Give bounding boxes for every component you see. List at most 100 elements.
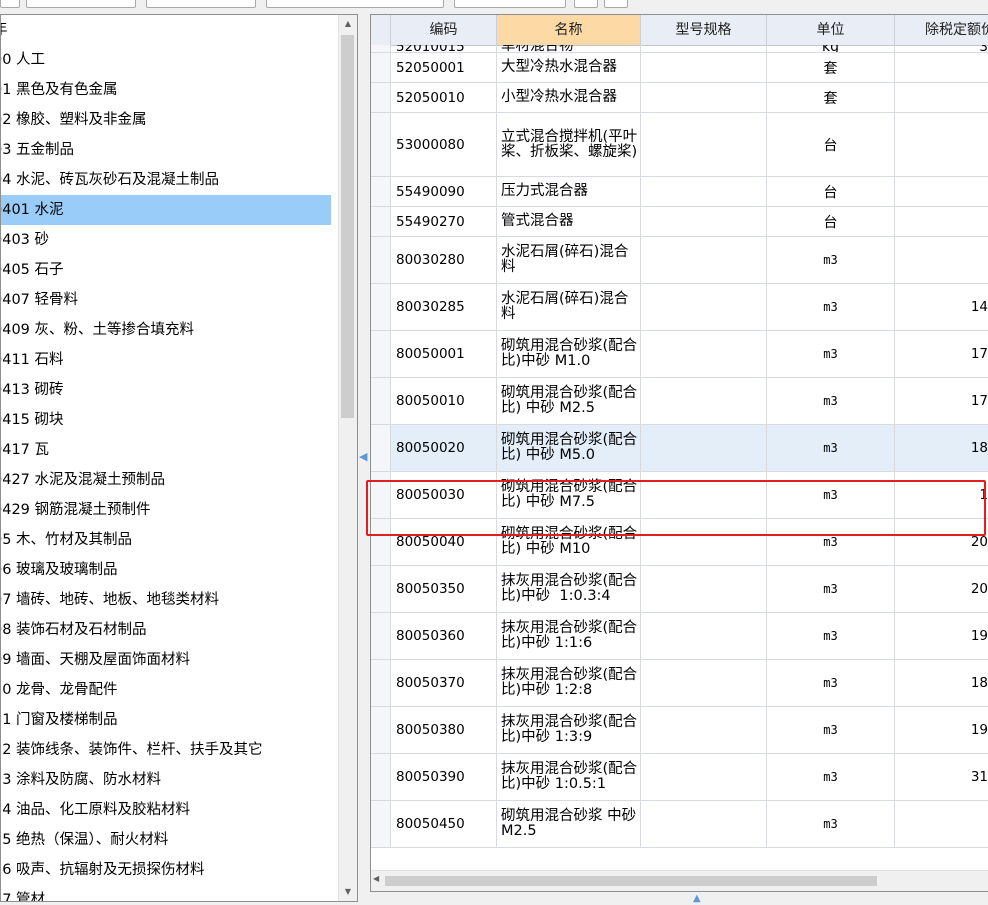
row-indicator[interactable] xyxy=(371,801,391,847)
expand-bottom-icon[interactable]: ▲ xyxy=(693,893,701,904)
tree-item[interactable]: 0427 水泥及混凝土预制品 xyxy=(1,465,331,495)
cell-name[interactable]: 抹灰用混合砂浆(配合比)中砂 1:0.3:4 xyxy=(497,566,641,612)
cell-name[interactable]: 砌筑用混合砂浆(配合比) 中砂 M2.5 xyxy=(497,378,641,424)
table-row[interactable]: 80050020 砌筑用混合砂浆(配合比) 中砂 M5.0 m3 18 xyxy=(371,425,988,472)
toolbar-button[interactable] xyxy=(0,0,20,8)
cell-code[interactable]: 80050010 xyxy=(391,378,497,424)
cell-price[interactable] xyxy=(895,801,988,847)
cell-price[interactable]: 19 xyxy=(895,707,988,753)
cell-spec[interactable] xyxy=(641,472,767,518)
table-row[interactable]: 52010015单材混合物 kg3 xyxy=(371,45,988,53)
cell-spec[interactable] xyxy=(641,45,767,52)
row-indicator[interactable] xyxy=(371,331,391,377)
tree-item[interactable]: 09 墙面、天棚及屋面饰面材料 xyxy=(1,645,331,675)
row-indicator[interactable] xyxy=(371,472,391,518)
cell-price[interactable]: 31 xyxy=(895,754,988,800)
tree-item[interactable]: 16 吸声、抗辐射及无损探伤材料 xyxy=(1,855,331,885)
tree-item[interactable]: 08 装饰石材及石材制品 xyxy=(1,615,331,645)
cell-name[interactable]: 抹灰用混合砂浆(配合比)中砂 1:2:8 xyxy=(497,660,641,706)
cell-unit[interactable]: m3 xyxy=(767,707,895,753)
cell-spec[interactable] xyxy=(641,519,767,565)
scroll-up-icon[interactable]: ▲ xyxy=(339,15,357,33)
collapse-left-icon[interactable]: ◀ xyxy=(359,450,369,464)
cell-code[interactable]: 80050360 xyxy=(391,613,497,659)
toolbar-button[interactable] xyxy=(26,0,136,8)
cell-code[interactable]: 52050001 xyxy=(391,53,497,82)
tree-item[interactable]: 0403 砂 xyxy=(1,225,331,255)
toolbar-input[interactable] xyxy=(454,0,566,8)
cell-spec[interactable] xyxy=(641,331,767,377)
row-indicator[interactable] xyxy=(371,660,391,706)
cell-name[interactable]: 大型冷热水混合器 xyxy=(497,53,641,82)
cell-unit[interactable]: m3 xyxy=(767,660,895,706)
tree-item[interactable]: 17 管材 xyxy=(1,885,331,901)
tree-item[interactable]: 0413 砌砖 xyxy=(1,375,331,405)
header-spec[interactable]: 型号规格 xyxy=(641,15,767,45)
row-indicator[interactable] xyxy=(371,566,391,612)
cell-price[interactable]: 20 xyxy=(895,566,988,612)
table-row[interactable]: 80030285 水泥石屑(碎石)混合料 m3 14 xyxy=(371,284,988,331)
toolbar-button[interactable] xyxy=(266,0,444,8)
tree-item[interactable]: 0407 轻骨料 xyxy=(1,285,331,315)
cell-code[interactable]: 80050350 xyxy=(391,566,497,612)
cell-spec[interactable] xyxy=(641,754,767,800)
row-indicator[interactable] xyxy=(371,45,391,52)
cell-unit[interactable]: 套 xyxy=(767,83,895,112)
cell-unit[interactable]: 台 xyxy=(767,113,895,176)
cell-price[interactable] xyxy=(895,237,988,283)
table-row[interactable]: 80050010 砌筑用混合砂浆(配合比) 中砂 M2.5 m3 17 xyxy=(371,378,988,425)
cell-unit[interactable]: m3 xyxy=(767,425,895,471)
table-row[interactable]: 80050450 砌筑用混合砂浆 中砂 M2.5 m3 xyxy=(371,801,988,848)
cell-name[interactable]: 压力式混合器 xyxy=(497,177,641,206)
table-row[interactable]: 53000080 立式混合搅拌机(平叶桨、折板桨、螺旋桨) 台 xyxy=(371,113,988,177)
cell-code[interactable]: 52050010 xyxy=(391,83,497,112)
cell-price[interactable] xyxy=(895,177,988,206)
tree-item[interactable]: 15 绝热（保温）、耐火材料 xyxy=(1,825,331,855)
tree-item[interactable]: 0411 石料 xyxy=(1,345,331,375)
cell-price[interactable]: 18 xyxy=(895,425,988,471)
cell-price[interactable]: 18 xyxy=(895,660,988,706)
cell-name[interactable]: 砌筑用混合砂浆 中砂 M2.5 xyxy=(497,801,641,847)
cell-unit[interactable]: 套 xyxy=(767,53,895,82)
toolbar-button[interactable] xyxy=(146,0,256,8)
cell-unit[interactable]: m3 xyxy=(767,331,895,377)
tree-item[interactable]: 11 门窗及楼梯制品 xyxy=(1,705,331,735)
row-indicator[interactable] xyxy=(371,754,391,800)
cell-code[interactable]: 55490270 xyxy=(391,207,497,236)
cell-name[interactable]: 抹灰用混合砂浆(配合比)中砂 1:3:9 xyxy=(497,707,641,753)
cell-code[interactable]: 52010015 xyxy=(391,45,497,52)
hscroll-thumb[interactable] xyxy=(385,876,877,886)
row-indicator[interactable] xyxy=(371,83,391,112)
cell-unit[interactable]: m3 xyxy=(767,754,895,800)
cell-price[interactable] xyxy=(895,83,988,112)
row-indicator[interactable] xyxy=(371,519,391,565)
cell-name[interactable]: 水泥石屑(碎石)混合料 xyxy=(497,237,641,283)
cell-spec[interactable] xyxy=(641,237,767,283)
tree-item[interactable]: 0415 砌块 xyxy=(1,405,331,435)
row-indicator[interactable] xyxy=(371,425,391,471)
cell-name[interactable]: 管式混合器 xyxy=(497,207,641,236)
cell-name[interactable]: 单材混合物 xyxy=(497,45,641,52)
table-row[interactable]: 80050370 抹灰用混合砂浆(配合比)中砂 1:2:8 m3 18 xyxy=(371,660,988,707)
cell-spec[interactable] xyxy=(641,378,767,424)
cell-spec[interactable] xyxy=(641,707,767,753)
tree-item[interactable]: 05 木、竹材及其制品 xyxy=(1,525,331,555)
tree-item[interactable]: 年 xyxy=(1,15,331,45)
scroll-down-icon[interactable]: ▼ xyxy=(339,883,357,901)
cell-unit[interactable]: 台 xyxy=(767,177,895,206)
table-row[interactable]: 80050350 抹灰用混合砂浆(配合比)中砂 1:0.3:4 m3 20 xyxy=(371,566,988,613)
cell-name[interactable]: 砌筑用混合砂浆(配合比) 中砂 M7.5 xyxy=(497,472,641,518)
cell-spec[interactable] xyxy=(641,83,767,112)
row-indicator[interactable] xyxy=(371,378,391,424)
cell-spec[interactable] xyxy=(641,660,767,706)
cell-spec[interactable] xyxy=(641,177,767,206)
cell-name[interactable]: 立式混合搅拌机(平叶桨、折板桨、螺旋桨) xyxy=(497,113,641,176)
table-row[interactable]: 55490090 压力式混合器 台 xyxy=(371,177,988,207)
cell-code[interactable]: 80050040 xyxy=(391,519,497,565)
cell-code[interactable]: 80050370 xyxy=(391,660,497,706)
toolbar-button[interactable] xyxy=(604,0,628,8)
table-row[interactable]: 52050010 小型冷热水混合器 套 xyxy=(371,83,988,113)
row-indicator[interactable] xyxy=(371,113,391,176)
cell-price[interactable]: 3 xyxy=(895,45,988,52)
tree-item[interactable]: 06 玻璃及玻璃制品 xyxy=(1,555,331,585)
